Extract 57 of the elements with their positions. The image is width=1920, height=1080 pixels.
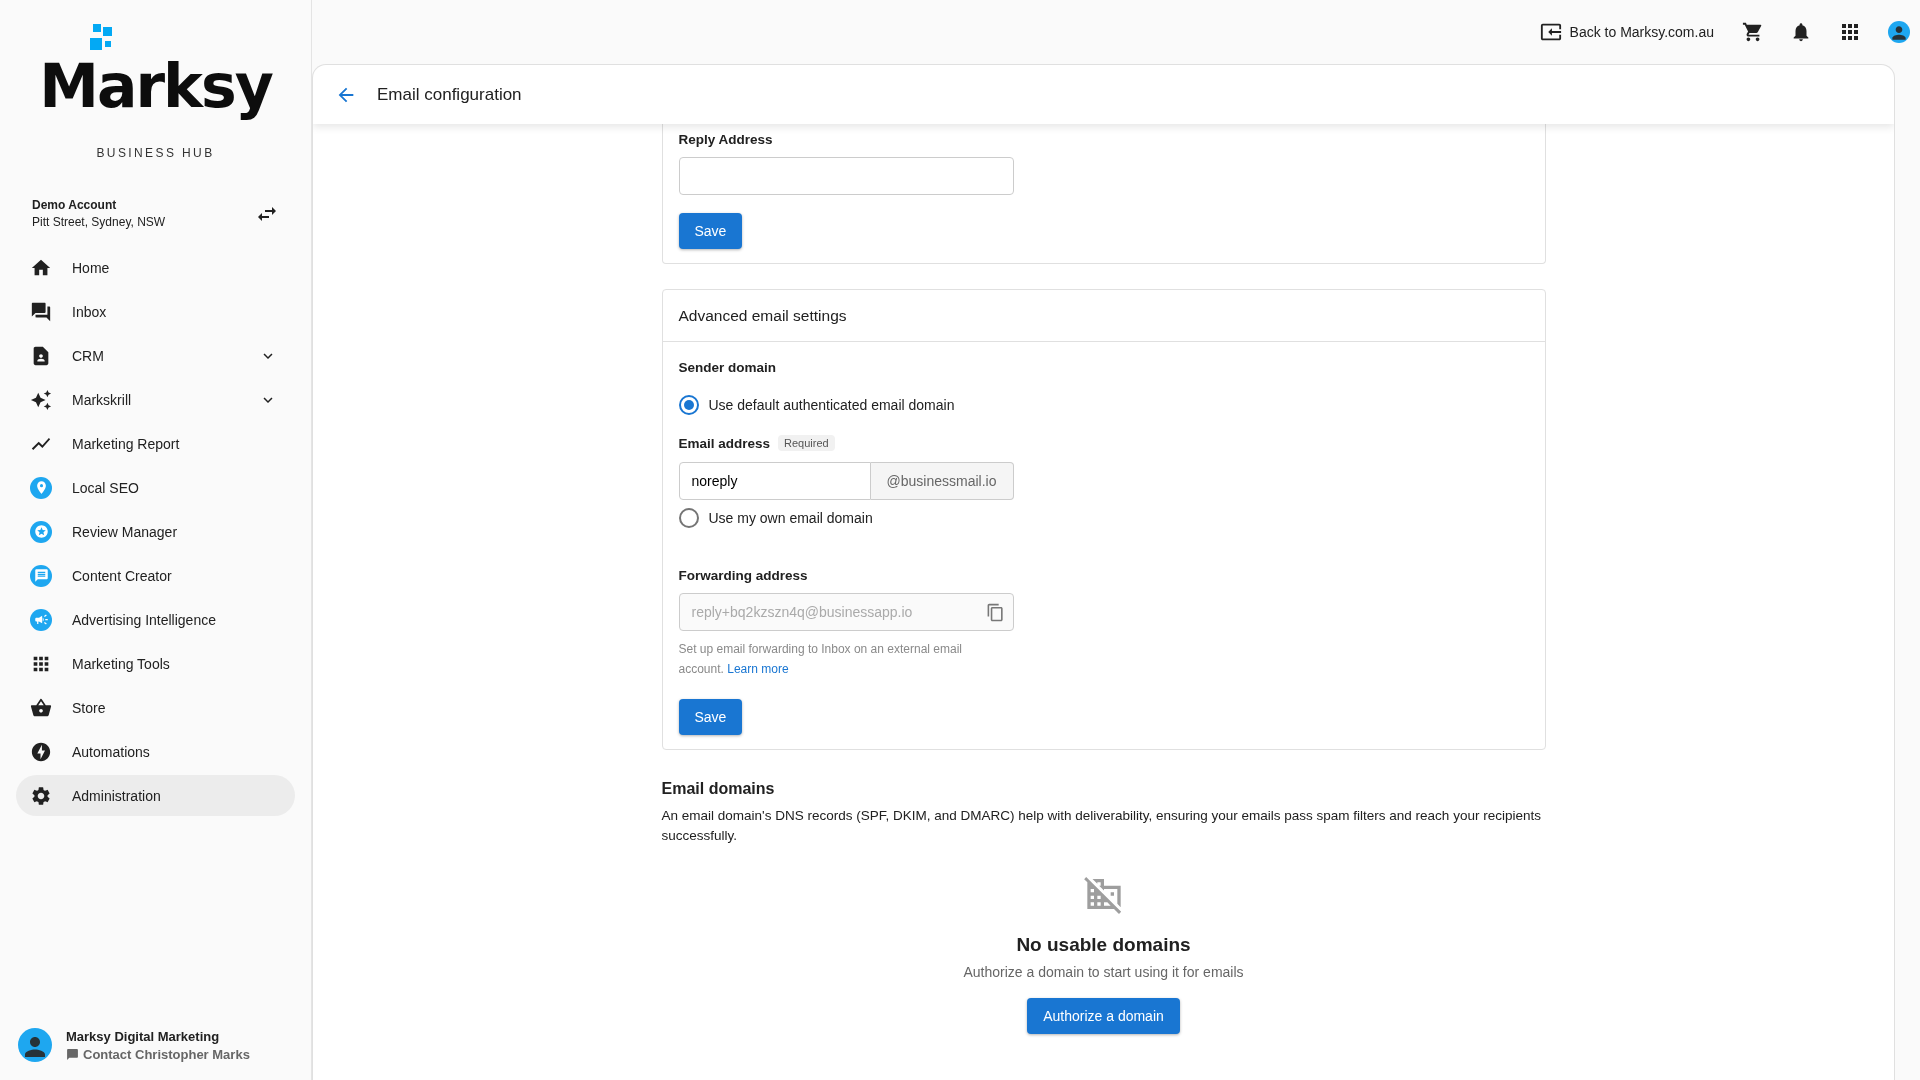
required-badge: Required	[778, 435, 835, 451]
user-avatar[interactable]	[1888, 21, 1910, 43]
exit-icon	[1539, 21, 1562, 43]
megaphone-icon	[30, 608, 52, 631]
sidebar-item[interactable]: Store	[16, 687, 295, 728]
sidebar-item[interactable]: Home	[16, 247, 295, 288]
page-title: Email configuration	[377, 84, 522, 105]
bolt-icon	[30, 740, 52, 763]
email-address-field[interactable]: noreply	[678, 462, 871, 500]
contact-link[interactable]: Contact Christopher Marks	[66, 1046, 250, 1062]
help-text: Set up email forwarding to Inbox on an external email account. Learn more	[678, 641, 963, 678]
account-address: Pitt Street, Sydney, NSW	[32, 215, 166, 229]
logo-subtitle: BUSINESS HUB	[96, 146, 215, 160]
empty-state-title: No usable domains	[1016, 934, 1191, 956]
back-link[interactable]: Back to Marksy.com.au	[1539, 21, 1714, 43]
field-label: Forwarding address	[678, 568, 808, 583]
sidebar-item[interactable]: Content Creator	[16, 555, 295, 596]
sidebar-item[interactable]: Marketing Report	[16, 423, 295, 464]
save-button[interactable]: Save	[678, 699, 743, 735]
radio-option[interactable]: Use my own email domain	[678, 508, 873, 528]
profile-name: Marksy Digital Marketing	[66, 1028, 221, 1044]
settings-icon	[30, 784, 52, 807]
save-button[interactable]: Save	[678, 213, 743, 249]
radio-icon[interactable]	[678, 508, 699, 528]
sidebar-item[interactable]: Local SEO	[16, 467, 295, 508]
sidebar-item[interactable]: Review Manager	[16, 511, 295, 552]
radio-option[interactable]: Use default authenticated email domain	[678, 395, 955, 415]
basket-icon	[30, 696, 52, 719]
empty-state-text: Authorize a domain to start using it for emails	[963, 964, 1244, 980]
learn-more-link[interactable]: Learn more	[727, 662, 789, 676]
sidebar-item[interactable]: Markskrill	[16, 379, 295, 420]
chat-icon	[30, 300, 52, 323]
section-description: An email domain's DNS records (SPF, DKIM, and DMARC) help with deliverability, ensuring your emails pass spam filters and reach your recipients successfully.	[661, 807, 1542, 845]
section-title: Email domains	[661, 780, 776, 798]
cart-icon[interactable]	[1742, 21, 1764, 43]
authorize-domain-button[interactable]: Authorize a domain	[1027, 998, 1180, 1034]
field-label: Reply Address	[678, 132, 773, 147]
radio-icon[interactable]	[678, 395, 699, 415]
sparkle-icon	[30, 388, 52, 411]
card-title: Advanced email settings	[662, 290, 1545, 342]
sidebar-item[interactable]: CRM	[16, 335, 295, 376]
account-name: Demo Account	[32, 198, 118, 212]
field-label: Email address	[678, 435, 771, 451]
sidebar-item[interactable]: Inbox	[16, 291, 295, 332]
sidebar-item[interactable]: Automations	[16, 731, 295, 772]
domain-disabled-icon	[1083, 874, 1124, 914]
sidebar-item[interactable]: Administration	[16, 775, 295, 816]
location-pin-icon	[30, 476, 52, 499]
sidebar-item[interactable]: Advertising Intelligence	[16, 599, 295, 640]
domain-suffix: @businessmail.io	[870, 462, 1014, 500]
chat-bubble-icon	[66, 1047, 79, 1061]
forwarding-address-field: reply+bq2kzszn4q@businessapp.io	[678, 593, 1014, 631]
reply-address-field[interactable]	[678, 157, 1014, 195]
copy-icon[interactable]	[985, 602, 1005, 622]
speech-bubble-icon	[30, 564, 52, 587]
sidebar-item[interactable]: Marketing Tools	[16, 643, 295, 684]
field-label: Sender domain	[678, 360, 777, 375]
